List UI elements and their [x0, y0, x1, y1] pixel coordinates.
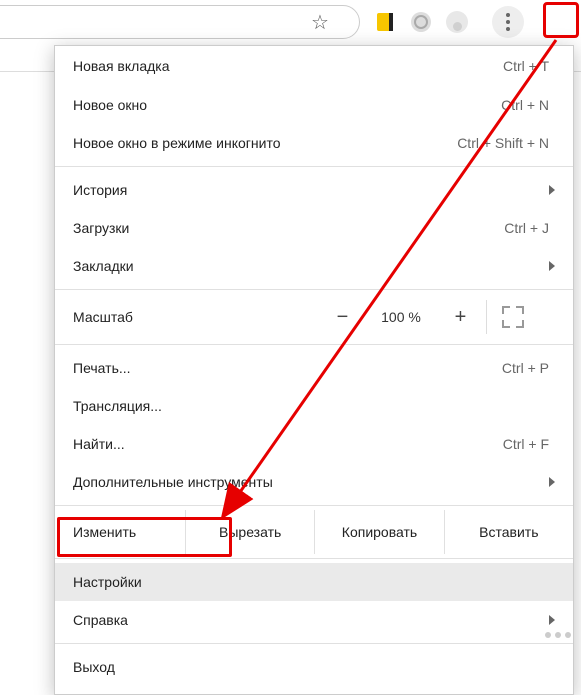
menu-item-shortcut: Ctrl + F — [503, 436, 549, 452]
chevron-right-icon — [549, 185, 555, 195]
dots-vertical-icon — [506, 13, 510, 31]
menu-item-label: Найти... — [73, 436, 503, 452]
address-bar[interactable]: ☆ — [0, 5, 360, 39]
divider — [486, 300, 487, 334]
kebab-menu-button[interactable] — [492, 6, 524, 38]
menu-item-new-window[interactable]: Новое окно Ctrl + N — [55, 86, 573, 124]
menu-item-label: Выход — [73, 659, 555, 675]
extension-yellow-icon[interactable] — [374, 11, 396, 33]
menu-item-zoom: Масштаб − 100 % + — [55, 294, 573, 340]
menu-item-help[interactable]: Справка — [55, 601, 573, 639]
menu-item-label: История — [73, 182, 539, 198]
zoom-label: Масштаб — [73, 309, 318, 325]
edit-paste-button[interactable]: Вставить — [444, 510, 573, 554]
menu-item-cast[interactable]: Трансляция... — [55, 387, 573, 425]
chevron-right-icon — [549, 615, 555, 625]
menu-separator — [55, 289, 573, 290]
menu-separator — [55, 166, 573, 167]
browser-toolbar: ☆ — [0, 0, 581, 44]
menu-item-label: Печать... — [73, 360, 502, 376]
edit-copy-button[interactable]: Копировать — [314, 510, 443, 554]
menu-item-label: Справка — [73, 612, 539, 628]
edit-cut-button[interactable]: Вырезать — [185, 510, 314, 554]
zoom-value: 100 % — [366, 309, 436, 325]
menu-item-shortcut: Ctrl + Shift + N — [457, 135, 549, 151]
menu-item-label: Трансляция... — [73, 398, 555, 414]
menu-item-label: Закладки — [73, 258, 539, 274]
extension-icons — [374, 6, 524, 38]
menu-item-more-tools[interactable]: Дополнительные инструменты — [55, 463, 573, 501]
resize-handle-icon — [545, 632, 571, 638]
menu-separator — [55, 505, 573, 506]
menu-separator — [55, 558, 573, 559]
chevron-right-icon — [549, 477, 555, 487]
zoom-in-button[interactable]: + — [436, 294, 484, 340]
menu-item-downloads[interactable]: Загрузки Ctrl + J — [55, 209, 573, 247]
menu-item-exit[interactable]: Выход — [55, 648, 573, 686]
menu-item-label: Новое окно в режиме инкогнито — [73, 135, 457, 151]
star-icon[interactable]: ☆ — [311, 10, 329, 35]
menu-item-history[interactable]: История — [55, 171, 573, 209]
menu-separator — [55, 344, 573, 345]
avatar-icon[interactable] — [446, 11, 468, 33]
menu-item-settings[interactable]: Настройки — [55, 563, 573, 601]
extension-gray-icon[interactable] — [410, 11, 432, 33]
menu-item-shortcut: Ctrl + J — [504, 220, 549, 236]
menu-item-bookmarks[interactable]: Закладки — [55, 247, 573, 285]
zoom-out-button[interactable]: − — [318, 294, 366, 340]
menu-item-edit-row: Изменить Вырезать Копировать Вставить — [55, 510, 573, 554]
menu-item-new-tab[interactable]: Новая вкладка Ctrl + T — [55, 46, 573, 86]
menu-item-incognito[interactable]: Новое окно в режиме инкогнито Ctrl + Shi… — [55, 124, 573, 162]
fullscreen-button[interactable] — [489, 294, 537, 340]
main-menu: Новая вкладка Ctrl + T Новое окно Ctrl +… — [54, 45, 574, 695]
menu-item-label: Новое окно — [73, 97, 501, 113]
menu-item-find[interactable]: Найти... Ctrl + F — [55, 425, 573, 463]
edit-label: Изменить — [55, 510, 185, 554]
menu-item-label: Загрузки — [73, 220, 504, 236]
menu-item-print[interactable]: Печать... Ctrl + P — [55, 349, 573, 387]
fullscreen-icon — [502, 306, 524, 328]
menu-item-label: Новая вкладка — [73, 58, 503, 74]
menu-item-label: Дополнительные инструменты — [73, 474, 539, 490]
chevron-right-icon — [549, 261, 555, 271]
menu-item-shortcut: Ctrl + N — [501, 97, 549, 113]
menu-item-shortcut: Ctrl + T — [503, 58, 549, 74]
menu-item-label: Настройки — [73, 574, 555, 590]
menu-item-shortcut: Ctrl + P — [502, 360, 549, 376]
